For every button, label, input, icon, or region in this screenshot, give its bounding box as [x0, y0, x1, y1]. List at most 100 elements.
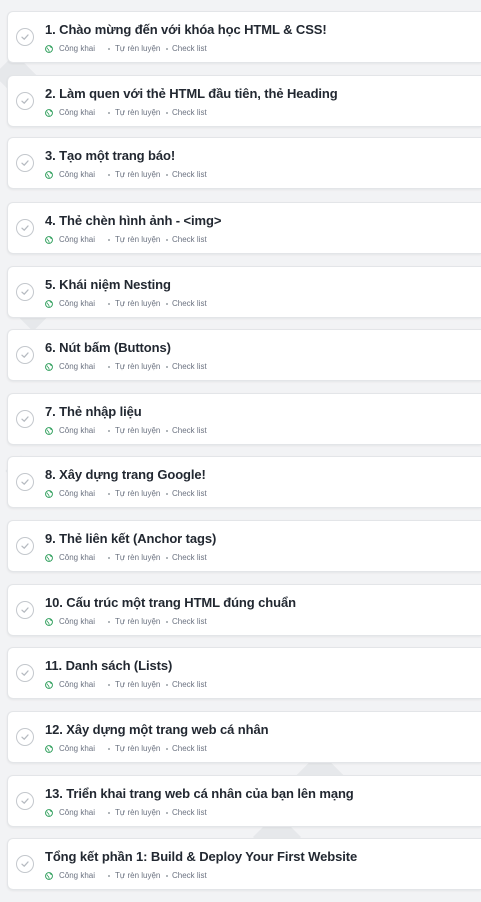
- check-circle-icon[interactable]: [16, 410, 34, 428]
- lesson-card[interactable]: 2. Làm quen với thẻ HTML đầu tiên, thẻ H…: [7, 75, 481, 127]
- lesson-title[interactable]: 12. Xây dựng một trang web cá nhân: [45, 722, 269, 737]
- separator-dot: [166, 875, 168, 877]
- separator-dot: [108, 174, 110, 176]
- lesson-format-label: Check list: [172, 362, 207, 371]
- visibility-label: Công khai: [59, 744, 96, 753]
- globe-icon: [45, 872, 53, 880]
- separator-dot: [108, 303, 110, 305]
- lesson-type-label: Tự rèn luyện: [115, 744, 161, 753]
- visibility-label: Công khai: [59, 489, 96, 498]
- globe-icon: [45, 490, 53, 498]
- lesson-type-label: Tự rèn luyện: [115, 808, 161, 817]
- lesson-title[interactable]: Tổng kết phần 1: Build & Deploy Your Fir…: [45, 849, 357, 864]
- globe-icon: [45, 681, 53, 689]
- separator-dot: [166, 239, 168, 241]
- check-circle-icon[interactable]: [16, 792, 34, 810]
- lesson-type-label: Tự rèn luyện: [115, 871, 161, 880]
- lesson-format-label: Check list: [172, 44, 207, 53]
- visibility-label: Công khai: [59, 680, 96, 689]
- lesson-title[interactable]: 2. Làm quen với thẻ HTML đầu tiên, thẻ H…: [45, 86, 338, 101]
- lesson-card[interactable]: 12. Xây dựng một trang web cá nhân Công …: [7, 711, 481, 763]
- separator-dot: [166, 430, 168, 432]
- lesson-title[interactable]: 4. Thẻ chèn hình ảnh - <img>: [45, 213, 221, 228]
- separator-dot: [108, 430, 110, 432]
- globe-icon: [45, 554, 53, 562]
- check-circle-icon[interactable]: [16, 92, 34, 110]
- lesson-card[interactable]: 9. Thẻ liên kết (Anchor tags) Công khai …: [7, 520, 481, 572]
- lesson-type-label: Tự rèn luyện: [115, 553, 161, 562]
- lesson-title[interactable]: 3. Tạo một trang báo!: [45, 148, 175, 163]
- lesson-title[interactable]: 6. Nút bấm (Buttons): [45, 340, 171, 355]
- separator-dot: [166, 812, 168, 814]
- separator-dot: [166, 174, 168, 176]
- lesson-format-label: Check list: [172, 871, 207, 880]
- lesson-type-label: Tự rèn luyện: [115, 617, 161, 626]
- separator-dot: [108, 875, 110, 877]
- separator-dot: [108, 748, 110, 750]
- lesson-card[interactable]: 8. Xây dựng trang Google! Công khai Tự r…: [7, 456, 481, 508]
- lesson-title[interactable]: 5. Khái niệm Nesting: [45, 277, 171, 292]
- visibility-label: Công khai: [59, 170, 96, 179]
- separator-dot: [166, 493, 168, 495]
- lesson-card[interactable]: 7. Thẻ nhập liệu Công khai Tự rèn luyện …: [7, 393, 481, 445]
- visibility-label: Công khai: [59, 426, 96, 435]
- lesson-card[interactable]: 4. Thẻ chèn hình ảnh - <img> Công khai T…: [7, 202, 481, 254]
- separator-dot: [166, 303, 168, 305]
- lesson-title[interactable]: 13. Triển khai trang web cá nhân của bạn…: [45, 786, 354, 801]
- lesson-title[interactable]: 1. Chào mừng đến với khóa học HTML & CSS…: [45, 22, 327, 37]
- separator-dot: [166, 557, 168, 559]
- lesson-type-label: Tự rèn luyện: [115, 170, 161, 179]
- lesson-card[interactable]: 3. Tạo một trang báo! Công khai Tự rèn l…: [7, 137, 481, 189]
- lesson-format-label: Check list: [172, 553, 207, 562]
- check-circle-icon[interactable]: [16, 219, 34, 237]
- lesson-format-label: Check list: [172, 808, 207, 817]
- separator-dot: [166, 366, 168, 368]
- lesson-title[interactable]: 11. Danh sách (Lists): [45, 658, 172, 673]
- lesson-title[interactable]: 10. Cấu trúc một trang HTML đúng chuẩn: [45, 595, 296, 610]
- lesson-card[interactable]: 5. Khái niệm Nesting Công khai Tự rèn lu…: [7, 266, 481, 318]
- check-circle-icon[interactable]: [16, 346, 34, 364]
- lesson-card[interactable]: Tổng kết phần 1: Build & Deploy Your Fir…: [7, 838, 481, 890]
- globe-icon: [45, 171, 53, 179]
- lesson-title[interactable]: 9. Thẻ liên kết (Anchor tags): [45, 531, 216, 546]
- lesson-card[interactable]: 10. Cấu trúc một trang HTML đúng chuẩn C…: [7, 584, 481, 636]
- lesson-format-label: Check list: [172, 299, 207, 308]
- lesson-card[interactable]: 11. Danh sách (Lists) Công khai Tự rèn l…: [7, 647, 481, 699]
- lesson-format-label: Check list: [172, 170, 207, 179]
- lesson-type-label: Tự rèn luyện: [115, 299, 161, 308]
- visibility-label: Công khai: [59, 808, 96, 817]
- globe-icon: [45, 236, 53, 244]
- globe-icon: [45, 300, 53, 308]
- check-circle-icon[interactable]: [16, 855, 34, 873]
- separator-dot: [166, 48, 168, 50]
- lesson-list-page: 1. Chào mừng đến với khóa học HTML & CSS…: [0, 0, 481, 902]
- lesson-card[interactable]: 1. Chào mừng đến với khóa học HTML & CSS…: [7, 11, 481, 63]
- globe-icon: [45, 745, 53, 753]
- lesson-format-label: Check list: [172, 426, 207, 435]
- check-circle-icon[interactable]: [16, 664, 34, 682]
- background-pattern: [0, 53, 349, 862]
- lesson-format-label: Check list: [172, 680, 207, 689]
- lesson-title[interactable]: 7. Thẻ nhập liệu: [45, 404, 142, 419]
- lesson-title[interactable]: 8. Xây dựng trang Google!: [45, 467, 206, 482]
- visibility-label: Công khai: [59, 871, 96, 880]
- check-circle-icon[interactable]: [16, 601, 34, 619]
- check-circle-icon[interactable]: [16, 28, 34, 46]
- visibility-label: Công khai: [59, 44, 96, 53]
- visibility-label: Công khai: [59, 235, 96, 244]
- separator-dot: [108, 812, 110, 814]
- check-circle-icon[interactable]: [16, 473, 34, 491]
- check-circle-icon[interactable]: [16, 537, 34, 555]
- visibility-label: Công khai: [59, 108, 96, 117]
- lesson-card[interactable]: 13. Triển khai trang web cá nhân của bạn…: [7, 775, 481, 827]
- visibility-label: Công khai: [59, 299, 96, 308]
- globe-icon: [45, 45, 53, 53]
- visibility-label: Công khai: [59, 362, 96, 371]
- separator-dot: [166, 748, 168, 750]
- lesson-format-label: Check list: [172, 744, 207, 753]
- check-circle-icon[interactable]: [16, 728, 34, 746]
- lesson-card[interactable]: 6. Nút bấm (Buttons) Công khai Tự rèn lu…: [7, 329, 481, 381]
- check-circle-icon[interactable]: [16, 283, 34, 301]
- globe-icon: [45, 618, 53, 626]
- check-circle-icon[interactable]: [16, 154, 34, 172]
